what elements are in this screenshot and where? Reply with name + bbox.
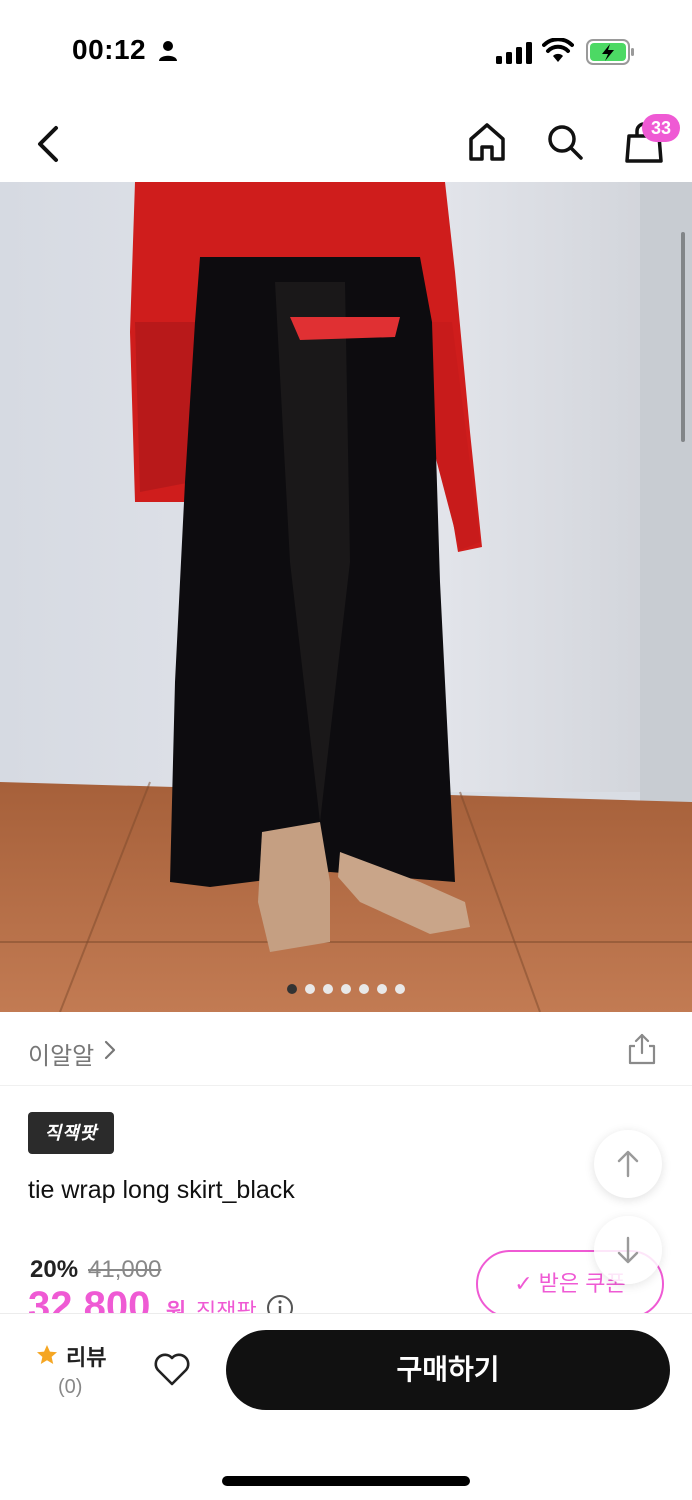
cart-count-badge: 33 <box>642 114 680 142</box>
share-icon[interactable] <box>626 1032 658 1066</box>
chevron-right-icon[interactable] <box>102 1038 118 1062</box>
back-icon[interactable] <box>28 122 68 166</box>
arrow-up-icon <box>617 1150 639 1178</box>
gallery-dot[interactable] <box>377 984 387 994</box>
scroll-indicator <box>681 232 685 442</box>
wifi-icon <box>542 38 574 62</box>
gallery-dot[interactable] <box>341 984 351 994</box>
star-icon <box>37 1345 57 1364</box>
person-icon <box>159 41 177 61</box>
brand-row: 이알알 <box>0 1012 692 1086</box>
original-price: 41,000 <box>88 1256 162 1283</box>
scroll-down-button[interactable] <box>594 1216 662 1284</box>
gallery-dot[interactable] <box>287 984 297 994</box>
home-indicator <box>222 1476 470 1486</box>
product-photo[interactable] <box>0 182 692 1012</box>
review-count: (0) <box>58 1376 83 1398</box>
review-label: 리뷰 <box>66 1345 107 1370</box>
battery-charging-icon <box>586 39 634 65</box>
status-bar: 00:12 <box>0 0 692 100</box>
home-icon[interactable] <box>466 120 508 164</box>
status-time: 00:12 <box>72 34 147 65</box>
gallery-dot[interactable] <box>395 984 405 994</box>
gallery-dot[interactable] <box>323 984 333 994</box>
arrow-down-icon <box>617 1236 639 1264</box>
signal-icon <box>496 42 532 64</box>
gallery-dot[interactable] <box>359 984 369 994</box>
product-tag-badge: 직잭팟 <box>28 1112 114 1154</box>
review-summary[interactable]: 리뷰 (0) <box>36 1340 126 1400</box>
bottom-action-bar: 리뷰 (0) 구매하기 <box>0 1314 692 1500</box>
gallery-pagination[interactable] <box>0 984 692 996</box>
gallery-dot[interactable] <box>305 984 315 994</box>
brand-name-link[interactable]: 이알알 <box>28 1036 94 1071</box>
discount-rate: 20% <box>30 1256 79 1283</box>
nav-bar <box>0 100 692 182</box>
product-title: tie wrap long skirt_black <box>28 1176 295 1204</box>
heart-icon[interactable] <box>152 1350 192 1388</box>
search-icon[interactable] <box>544 120 586 164</box>
buy-button[interactable]: 구매하기 <box>226 1330 670 1410</box>
check-icon: ✓ <box>514 1271 533 1296</box>
product-photo-illustration <box>0 182 692 1012</box>
scroll-up-button[interactable] <box>594 1130 662 1198</box>
